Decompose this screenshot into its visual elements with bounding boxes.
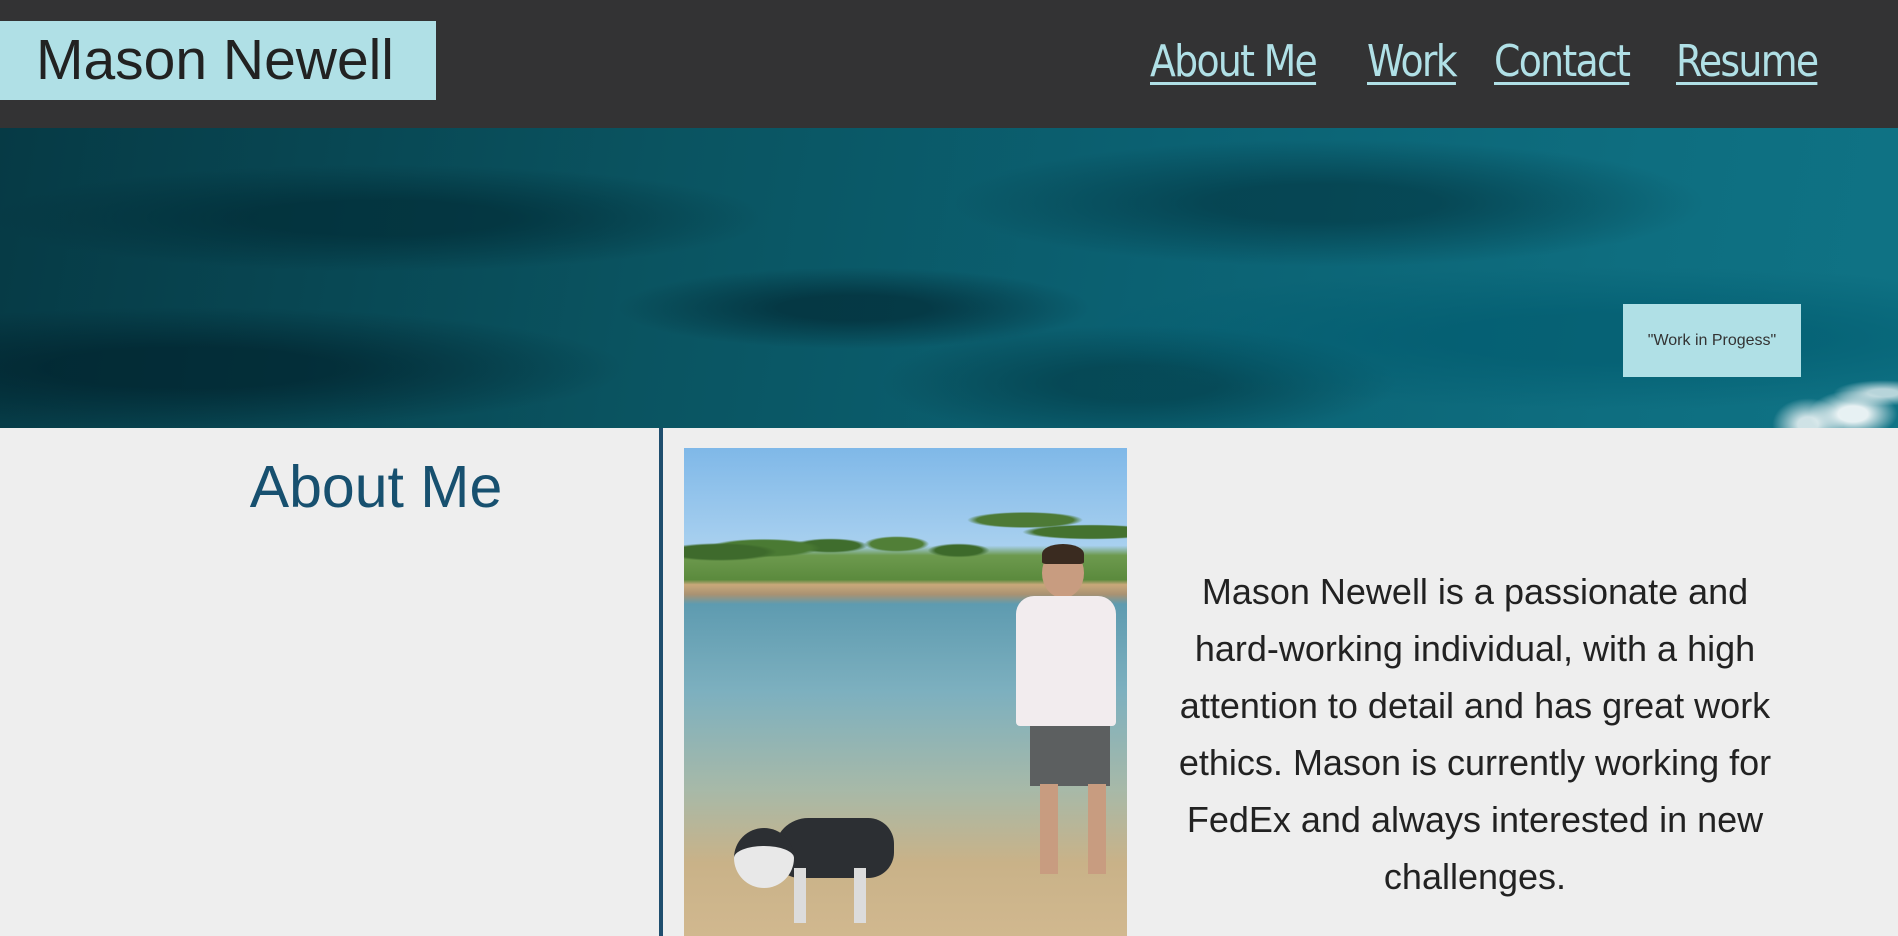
photo-person	[1004, 544, 1124, 898]
nav-work[interactable]: Work	[1367, 36, 1458, 87]
about-heading: About Me	[249, 454, 503, 520]
nav-resume[interactable]: Resume	[1676, 36, 1819, 87]
hero-banner	[0, 128, 1898, 428]
site-title[interactable]: Mason Newell	[0, 21, 436, 100]
main-nav: About Me Work Contact Resume	[1150, 36, 1840, 87]
work-in-progress-badge: "Work in Progess"	[1623, 304, 1801, 377]
nav-contact[interactable]: Contact	[1494, 36, 1631, 87]
site-header: Mason Newell About Me Work Contact Resum…	[0, 0, 1898, 128]
section-divider	[659, 428, 663, 936]
nav-about-me[interactable]: About Me	[1150, 36, 1318, 87]
profile-photo	[684, 448, 1127, 936]
photo-dog	[734, 808, 904, 928]
about-bio: Mason Newell is a passionate and hard-wo…	[1178, 571, 1772, 897]
